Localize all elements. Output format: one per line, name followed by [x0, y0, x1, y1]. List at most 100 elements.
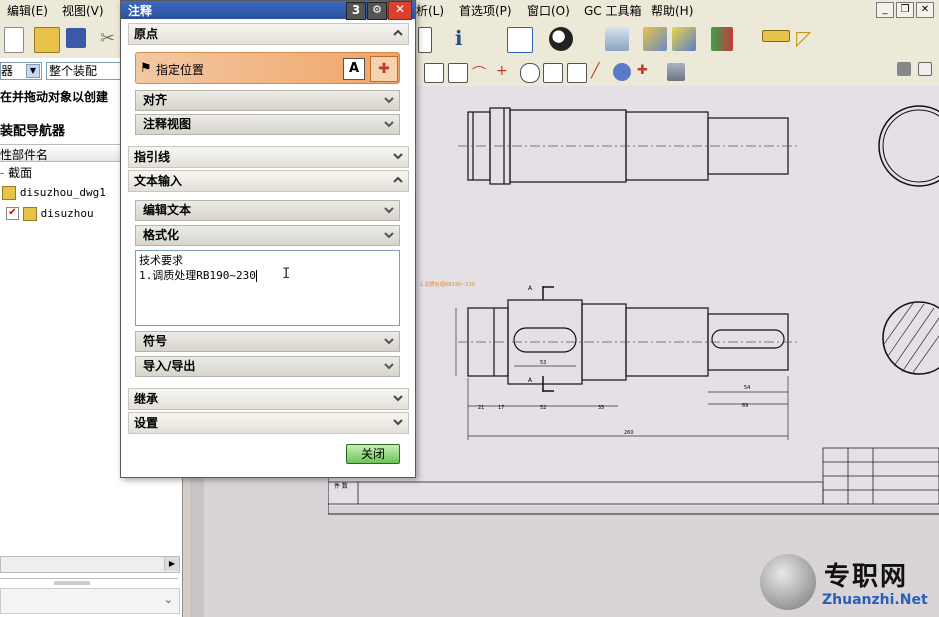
line-icon[interactable]	[424, 63, 444, 83]
edit-text-label: 编辑文本	[143, 203, 192, 217]
chevron-down-icon[interactable]: ⌄	[164, 593, 173, 606]
dialog-title: 注释	[128, 4, 153, 18]
ruler-icon[interactable]	[762, 30, 790, 42]
chevron-down-icon[interactable]: ▼	[26, 64, 40, 78]
minimize-icon[interactable]: _	[876, 2, 894, 18]
origin-section-header[interactable]: 原点	[128, 23, 409, 45]
text-cursor-icon: I	[282, 266, 291, 282]
hint-text: 在并拖动对象以创建	[0, 90, 109, 104]
horizontal-scrollbar[interactable]: ▶	[0, 556, 180, 573]
chevron-down-icon	[384, 338, 394, 345]
line-red-icon[interactable]	[448, 63, 468, 83]
specify-position-row[interactable]: ⚑ 指定位置 A ✚	[135, 52, 400, 84]
close-window-icon[interactable]: ✕	[916, 2, 934, 18]
menu-preferences[interactable]: 首选项(P)	[459, 2, 512, 19]
annotation-text-area[interactable]: 技术要求 1.调质处理RB190~230 I	[135, 250, 400, 326]
new-file-icon[interactable]	[4, 27, 24, 53]
circle-icon[interactable]	[520, 63, 540, 83]
end-view-circle	[878, 105, 939, 187]
details-panel-header[interactable]: ⌄	[0, 588, 180, 614]
tree-item-dwg[interactable]: disuzhou_dwg1	[2, 185, 106, 200]
menu-help[interactable]: 帮助(H)	[651, 2, 693, 19]
sphere-icon[interactable]	[613, 63, 631, 81]
arc-icon[interactable]: ⌒	[472, 63, 490, 82]
cube-icon[interactable]	[667, 63, 685, 81]
restore-icon[interactable]: ❐	[896, 2, 914, 18]
menu-edit[interactable]: 编辑(E)	[7, 2, 48, 19]
gear-icon[interactable]: ⚙	[367, 2, 387, 20]
dialog-title-bar[interactable]: 注释 3 ⚙ ✕	[121, 1, 415, 20]
save-icon[interactable]	[66, 28, 86, 48]
watermark: 专职网 Zhuanzhi.Net	[760, 548, 939, 617]
import-export-subsection[interactable]: 导入/导出	[135, 356, 400, 377]
close-icon[interactable]: ✕	[388, 1, 412, 20]
snap-icon[interactable]: ✚	[637, 63, 655, 81]
menu-window[interactable]: 窗口(O)	[527, 2, 570, 19]
tools-icon[interactable]	[643, 27, 667, 51]
checkbox-icon[interactable]: ✔	[6, 207, 19, 220]
format-label: 格式化	[143, 228, 180, 242]
symbol-subsection[interactable]: 符号	[135, 331, 400, 352]
info-icon[interactable]: ℹ	[455, 26, 479, 50]
title-block	[328, 447, 939, 505]
tree-item-part[interactable]: ✔ disuzhou	[6, 206, 94, 221]
annotation-tool-icon[interactable]	[418, 27, 432, 53]
render-style-icon[interactable]	[549, 27, 573, 51]
text-input-section-header[interactable]: 文本输入	[128, 170, 409, 192]
format-subsection[interactable]: 格式化	[135, 225, 400, 246]
chevron-down-icon	[384, 97, 394, 104]
view-toggle-icon[interactable]	[918, 62, 932, 76]
watermark-cn: 专职网	[824, 562, 909, 592]
triangle-ruler-icon[interactable]: ◸	[796, 26, 820, 50]
title-block-label: 件 数	[334, 482, 348, 490]
splitter-handle[interactable]	[54, 581, 90, 585]
hatch-lines	[883, 301, 939, 375]
leader-section-header[interactable]: 指引线	[128, 146, 409, 168]
crosshair-icon[interactable]	[567, 63, 587, 83]
inherit-section-header[interactable]: 继承	[128, 388, 409, 410]
layer-icon[interactable]	[605, 27, 629, 51]
origin-tool-icon[interactable]: ✚	[370, 56, 398, 82]
dim-17: 17	[498, 405, 504, 411]
center-mark-icon[interactable]	[543, 63, 563, 83]
settings-section-header[interactable]: 设置	[128, 412, 409, 434]
specify-position-label: 指定位置	[156, 63, 205, 77]
chevron-down-icon	[393, 153, 403, 160]
open-folder-icon[interactable]	[34, 27, 60, 53]
play-icon[interactable]	[711, 27, 733, 51]
column-header-name[interactable]: 性部件名	[0, 146, 48, 163]
pencil-icon[interactable]: ╱	[591, 63, 609, 81]
edit-text-subsection[interactable]: 编辑文本	[135, 200, 400, 221]
chevron-down-icon	[384, 121, 394, 128]
menu-view[interactable]: 视图(V)	[62, 2, 104, 19]
menu-analysis[interactable]: 析(L)	[416, 2, 444, 19]
close-button[interactable]: 关闭	[346, 444, 400, 464]
grid-toggle-icon[interactable]	[897, 62, 911, 76]
dim-69: 69	[742, 403, 748, 409]
fit-view-icon[interactable]	[507, 27, 533, 53]
text-caret	[255, 270, 257, 282]
section-label-top: A	[528, 285, 533, 292]
point-icon[interactable]: +	[496, 63, 514, 81]
align-label: 对齐	[143, 93, 168, 107]
settings-label: 设置	[134, 416, 159, 430]
filter-select[interactable]: 器 ▼	[0, 62, 42, 80]
annotation-view-subsection[interactable]: 注释视图	[135, 114, 400, 135]
tree-item-section[interactable]: - 截面	[0, 164, 32, 181]
divider	[0, 578, 178, 579]
scroll-right-icon[interactable]: ▶	[164, 557, 179, 571]
reset-badge[interactable]: 3	[346, 2, 366, 20]
flag-icon: ⚑	[140, 61, 152, 76]
annotation-view-label: 注释视图	[143, 117, 192, 131]
drawing-sheet[interactable]: A A 21 17 52 35 69 260 53 54 1.调质处理RB190…	[328, 86, 939, 515]
chevron-down-icon	[393, 395, 403, 402]
align-subsection[interactable]: 对齐	[135, 90, 400, 111]
soccer-ball-logo-icon	[760, 554, 816, 610]
text-input-label: 文本输入	[134, 174, 183, 188]
text-line-2: 1.调质处理RB190~230	[139, 269, 256, 282]
symbol-label: 符号	[143, 334, 168, 348]
help-tool-icon[interactable]	[672, 27, 696, 51]
drawing-svg: A A 21 17 52 35 69 260 53 54 1.调质处理RB190…	[328, 86, 939, 515]
menu-gc-toolbox[interactable]: GC 工具箱	[584, 2, 642, 19]
text-style-icon[interactable]: A	[343, 58, 365, 80]
